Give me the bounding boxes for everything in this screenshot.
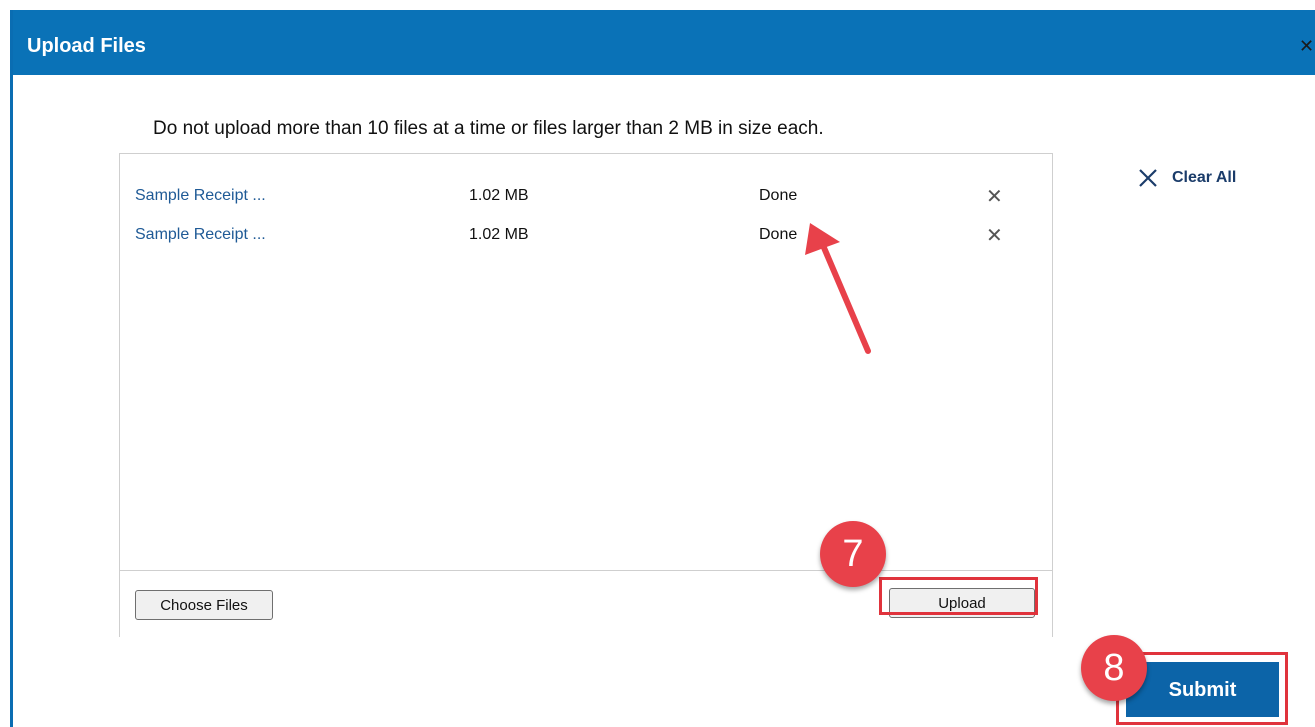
file-name-link[interactable]: Sample Receipt ...: [135, 187, 266, 205]
file-name-link[interactable]: Sample Receipt ...: [135, 226, 266, 244]
submit-button[interactable]: Submit: [1126, 662, 1279, 717]
remove-file-icon[interactable]: ✕: [986, 184, 1003, 209]
file-status: Done: [759, 187, 798, 204]
file-row: Sample Receipt ... 1.02 MB Done ✕: [120, 184, 1052, 211]
clear-all-button[interactable]: Clear All: [1138, 163, 1236, 193]
close-icon[interactable]: ✕: [1299, 36, 1314, 57]
remove-file-icon[interactable]: ✕: [986, 223, 1003, 248]
file-status: Done: [759, 226, 798, 243]
choose-files-button[interactable]: Choose Files: [135, 590, 273, 620]
step-8-badge: 8: [1081, 635, 1147, 701]
file-size: 1.02 MB: [469, 187, 529, 204]
upload-files-dialog: Upload Files ✕ Do not upload more than 1…: [10, 10, 1315, 727]
step-7-badge: 7: [820, 521, 886, 587]
file-list-panel: Sample Receipt ... 1.02 MB Done ✕ Sample…: [119, 153, 1053, 637]
close-icon: [1139, 169, 1157, 187]
file-row: Sample Receipt ... 1.02 MB Done ✕: [120, 223, 1052, 250]
dialog-title: Upload Files: [27, 35, 146, 57]
clear-all-label: Clear All: [1172, 169, 1237, 186]
dialog-titlebar: Upload Files ✕: [13, 10, 1315, 75]
file-size: 1.02 MB: [469, 226, 529, 243]
file-panel-footer: Choose Files Upload: [120, 570, 1052, 637]
upload-limit-notice: Do not upload more than 10 files at a ti…: [153, 118, 824, 139]
upload-button[interactable]: Upload: [889, 588, 1035, 618]
